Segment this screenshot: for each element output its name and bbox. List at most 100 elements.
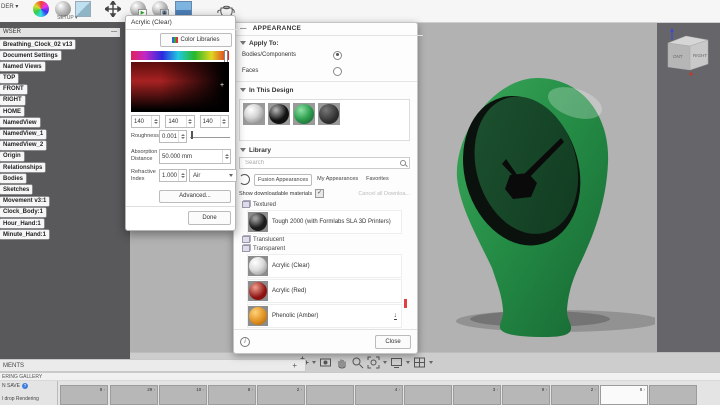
saturation-value-picker[interactable]: + bbox=[131, 62, 229, 112]
close-button[interactable]: Close bbox=[375, 335, 411, 349]
browser-item[interactable]: ⚙ Origin bbox=[0, 151, 24, 161]
fit-icon[interactable] bbox=[367, 356, 380, 369]
browser-item[interactable]: ⚙ Breathing_Clock_02 v13 bbox=[0, 40, 76, 49]
roughness-slider-handle[interactable] bbox=[191, 131, 193, 139]
look-at-icon[interactable] bbox=[319, 356, 332, 369]
appearance-panel-header[interactable]: — APPEARANCE bbox=[234, 23, 423, 36]
gallery-thumb[interactable]: 10 bbox=[159, 385, 207, 405]
spinner-arrows[interactable] bbox=[185, 116, 194, 127]
gallery-thumb[interactable]: 29 bbox=[110, 385, 158, 405]
spinner-arrows[interactable] bbox=[178, 131, 186, 142]
workspace-selector[interactable]: DER ▾ bbox=[1, 3, 18, 10]
library-tab[interactable]: Favorites bbox=[363, 174, 392, 186]
radio-button[interactable] bbox=[333, 66, 342, 76]
apply-option[interactable]: Faces bbox=[242, 66, 342, 76]
advanced-button[interactable]: Advanced... bbox=[159, 190, 231, 203]
clock-3d-model[interactable] bbox=[440, 58, 655, 343]
roughness-input[interactable]: 0.001 bbox=[159, 130, 187, 143]
browser-item[interactable]: ⚙ Hour_Hand:1 bbox=[0, 219, 44, 228]
browser-collapse-icon[interactable]: — bbox=[111, 28, 117, 37]
dark-matte[interactable] bbox=[318, 103, 340, 125]
rgb-value[interactable]: 140 bbox=[201, 119, 220, 125]
rgb-value[interactable]: 140 bbox=[166, 119, 185, 125]
browser-item[interactable]: ⚙ HOME bbox=[0, 107, 24, 117]
browser-item[interactable]: ⚙ Movement v3:1 bbox=[0, 196, 50, 206]
spinner-arrows[interactable] bbox=[151, 116, 159, 127]
refractive-index-input[interactable]: 1.000 bbox=[159, 169, 187, 182]
add-comment-button[interactable]: + bbox=[292, 360, 297, 372]
spinner-arrows[interactable] bbox=[219, 116, 228, 127]
chevron-down-icon[interactable] bbox=[312, 361, 316, 364]
comments-tab[interactable]: MENTS bbox=[0, 363, 24, 369]
spinner-arrows[interactable] bbox=[178, 170, 186, 181]
gallery-thumb[interactable]: 9 bbox=[502, 385, 550, 405]
radio-button[interactable] bbox=[333, 50, 342, 60]
medium-dropdown[interactable]: Air bbox=[189, 169, 237, 182]
library-item[interactable]: Acrylic (Clear) ↓ bbox=[247, 254, 402, 278]
help-icon[interactable]: ? bbox=[21, 383, 28, 389]
browser-item[interactable]: ⚙ NamedView bbox=[0, 118, 40, 128]
gallery-thumb[interactable] bbox=[404, 385, 452, 405]
gallery-thumb[interactable]: 2 bbox=[551, 385, 599, 405]
done-button[interactable]: Done bbox=[188, 211, 231, 225]
chevron-down-icon[interactable] bbox=[429, 361, 433, 364]
gallery-thumb[interactable]: 8 bbox=[600, 385, 648, 405]
view-cube[interactable]: ONT RIGHT bbox=[660, 28, 714, 78]
color-picker-marker[interactable]: + bbox=[220, 82, 226, 89]
downloadable-checkbox[interactable]: ✓ bbox=[315, 189, 325, 198]
gallery-thumb[interactable]: 2 bbox=[257, 385, 305, 405]
browser-item[interactable]: ⚙ Document Settings bbox=[0, 51, 61, 61]
absorption-distance-input[interactable]: 50.000 mm bbox=[159, 149, 231, 164]
black-glossy[interactable] bbox=[268, 103, 290, 125]
collapse-icon[interactable]: — bbox=[240, 25, 247, 32]
browser-item[interactable]: ⚙ Minute_Hand:1 bbox=[0, 230, 50, 240]
roughness-slider[interactable] bbox=[190, 131, 230, 139]
pan-icon[interactable] bbox=[335, 356, 348, 369]
chevron-down-icon[interactable] bbox=[383, 361, 387, 364]
browser-item[interactable]: ⚙ FRONT bbox=[0, 84, 27, 94]
browser-item[interactable]: ⚙ RIGHT bbox=[0, 95, 25, 105]
gallery-thumb[interactable]: 3 bbox=[453, 385, 501, 405]
library-category[interactable]: Translucent bbox=[239, 235, 410, 244]
rgb-value[interactable]: 140 bbox=[132, 119, 151, 125]
display-settings-icon[interactable] bbox=[390, 356, 403, 369]
scrollbar-indicator[interactable] bbox=[404, 299, 407, 308]
dialog-title[interactable]: Acrylic (Clear) bbox=[126, 16, 240, 30]
library-category[interactable]: Textured bbox=[239, 200, 410, 209]
library-tab[interactable]: Fusion Appearances bbox=[254, 173, 313, 186]
pivot-move-icon[interactable] bbox=[105, 1, 121, 17]
color-libraries-button[interactable]: Color Libraries bbox=[160, 33, 232, 47]
library-tab[interactable]: My Appearances bbox=[314, 174, 361, 186]
search-input[interactable] bbox=[243, 159, 387, 167]
appearance-color-wheel-icon[interactable] bbox=[33, 1, 49, 17]
zoom-icon[interactable] bbox=[351, 356, 364, 369]
info-icon[interactable]: i bbox=[240, 337, 250, 347]
browser-item[interactable]: ⚙ Named Views bbox=[0, 62, 45, 72]
download-icon[interactable]: ↓ bbox=[393, 312, 397, 320]
browser-item[interactable]: ⚙ NamedView_1 bbox=[0, 129, 47, 139]
browser-item[interactable]: ⚙ Clock_Body:1 bbox=[0, 207, 47, 217]
gallery-thumb[interactable]: 8 bbox=[60, 385, 108, 405]
browser-item[interactable]: ⚙ Bodies bbox=[0, 174, 27, 184]
rgb-value-input[interactable]: 140 bbox=[165, 115, 195, 128]
gallery-thumb[interactable] bbox=[306, 385, 354, 405]
acrylic-clear[interactable] bbox=[243, 103, 265, 125]
apply-option[interactable]: Bodies/Components bbox=[242, 50, 342, 60]
browser-item[interactable]: ⚙ Relationships bbox=[0, 163, 46, 173]
setup-menu-label[interactable]: SETUP ▾ bbox=[57, 15, 77, 21]
browser-item[interactable]: ⚙ Sketches bbox=[0, 185, 33, 195]
gallery-thumb[interactable]: 8 bbox=[208, 385, 256, 405]
green-paint[interactable] bbox=[293, 103, 315, 125]
hue-strip[interactable] bbox=[131, 50, 229, 63]
rendering-gallery-header[interactable]: ERING GALLERY bbox=[0, 372, 720, 381]
browser-panel-header[interactable]: WSER — bbox=[0, 28, 120, 37]
rgb-value-input[interactable]: 140 bbox=[131, 115, 161, 128]
browser-item[interactable]: ⚙ NamedView_2 bbox=[0, 140, 47, 150]
chevron-down-icon[interactable] bbox=[406, 361, 410, 364]
library-category[interactable]: Transparent bbox=[239, 244, 410, 253]
rgb-value-input[interactable]: 140 bbox=[199, 115, 229, 128]
gallery-thumb[interactable] bbox=[649, 385, 697, 405]
library-item[interactable]: Tough 2000 (with Formlabs SLA 3D Printer… bbox=[247, 210, 402, 234]
refresh-icon[interactable] bbox=[239, 174, 250, 185]
spinner-arrows[interactable] bbox=[222, 150, 230, 163]
